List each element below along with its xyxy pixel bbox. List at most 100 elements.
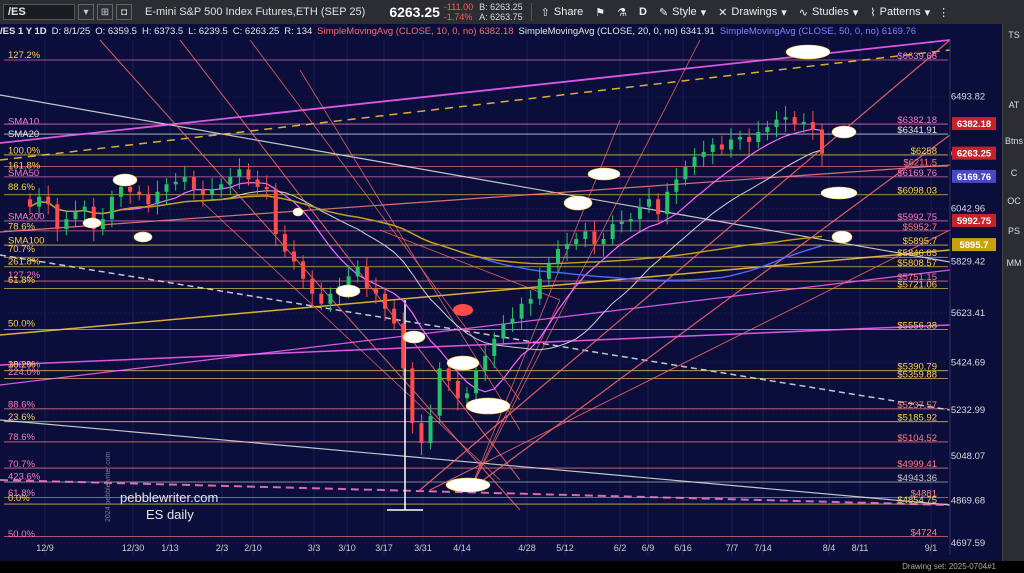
- mode-button[interactable]: ⚑: [589, 6, 611, 19]
- period-button[interactable]: D: [633, 6, 653, 18]
- target-ellipse: [587, 167, 621, 181]
- candle-body: [464, 393, 469, 399]
- sma50-legend[interactable]: SimpleMovingAvg (CLOSE, 50, 0, no) 6169.…: [720, 26, 916, 37]
- candle-body: [474, 370, 479, 394]
- style-button[interactable]: ✎ Style ▾: [653, 6, 712, 19]
- x-tick-label: 3/10: [338, 543, 356, 553]
- studies-icon: ∿: [798, 6, 808, 19]
- symbol-link-button[interactable]: ◘: [116, 4, 132, 20]
- patterns-icon: ⌇: [870, 6, 876, 19]
- panel-item-mm[interactable]: MM: [1003, 258, 1024, 268]
- fib-level-label: 0.0%: [8, 493, 30, 504]
- x-tick-label: 8/4: [823, 543, 836, 553]
- x-tick-label: 7/14: [754, 543, 772, 553]
- panel-item-label: TS: [1008, 30, 1020, 40]
- candle-body: [292, 251, 296, 262]
- panel-item-c[interactable]: C: [1003, 168, 1024, 178]
- panel-item-ts[interactable]: TS: [1003, 30, 1024, 40]
- share-label: Share: [553, 6, 584, 18]
- share-icon: ⇧: [540, 6, 550, 19]
- price-level-label: $4724: [911, 528, 937, 539]
- lab-button[interactable]: ⚗: [611, 6, 633, 19]
- chevron-down-icon: ▾: [924, 6, 931, 19]
- fib-level-label: 50.0%: [8, 319, 35, 330]
- price-level-label: $6639.68: [897, 51, 937, 62]
- price-level-label: $6169.76: [897, 168, 937, 179]
- candle-body: [273, 189, 278, 235]
- panel-item-at[interactable]: AT: [1003, 100, 1024, 110]
- bar-low: L: 6239.5: [188, 25, 228, 37]
- drawing-tool-icon: ✕: [718, 6, 728, 19]
- sma10-legend[interactable]: SimpleMovingAvg (CLOSE, 10, 0, no) 6382.…: [317, 26, 513, 37]
- price-level-label: $5952.7: [903, 222, 937, 233]
- panel-item-label: PS: [1007, 226, 1020, 236]
- price-level-label: $5895.7: [903, 236, 937, 247]
- studies-button[interactable]: ∿ Studies ▾: [793, 6, 864, 19]
- panel-item-oc[interactable]: OC: [1003, 196, 1024, 206]
- price-level-label: $6258: [911, 146, 937, 157]
- symbol-list-button[interactable]: ▾: [78, 4, 94, 20]
- panel-item-ps[interactable]: PS: [1003, 226, 1024, 236]
- y-tick-label: 5232.99: [951, 405, 985, 416]
- x-tick-label: 3/17: [375, 543, 393, 553]
- price-change: -111.00 -1.74%: [444, 2, 473, 22]
- panel-item-btns[interactable]: Btns: [1003, 136, 1024, 146]
- panel-item-label: C: [1010, 168, 1018, 178]
- patterns-label: Patterns: [879, 6, 921, 18]
- candle-body: [810, 122, 815, 130]
- candle-body: [483, 355, 488, 371]
- panel-item-label: Btns: [1004, 136, 1023, 146]
- candle-body: [683, 166, 688, 180]
- candle-body: [492, 338, 497, 356]
- candle-body: [219, 184, 224, 190]
- candle-body: [264, 186, 269, 190]
- drawing-set-label: Drawing set: 2025-0704#1: [902, 562, 996, 571]
- price-level-label: $6211.5: [903, 158, 937, 169]
- price-badge-label: 5992.75: [957, 216, 992, 227]
- candle-body: [738, 137, 743, 140]
- target-ellipse: [453, 304, 473, 316]
- x-tick-label: 1/13: [161, 543, 179, 553]
- target-ellipse: [133, 231, 153, 243]
- drawings-label: Drawings: [731, 6, 778, 18]
- symbol-input[interactable]: /ES: [3, 4, 75, 20]
- thinkorswim-chart-window: { "toolbar": { "symbol": "/ES", "descrip…: [0, 0, 1024, 573]
- y-tick-label: 5829.42: [951, 257, 985, 268]
- target-ellipse: [785, 44, 831, 60]
- price-level-label: $5104.52: [897, 433, 937, 444]
- more-button[interactable]: ⋮: [936, 6, 951, 19]
- y-tick-label: 5424.69: [951, 357, 985, 368]
- share-button[interactable]: ⇧ Share: [535, 6, 590, 19]
- patterns-button[interactable]: ⌇ Patterns ▾: [864, 6, 936, 19]
- y-tick-label: 4869.68: [951, 495, 985, 506]
- candle-body: [319, 293, 324, 304]
- y-tick-label: 6493.82: [951, 91, 985, 102]
- target-ellipse: [831, 125, 857, 139]
- candle-body: [410, 368, 415, 424]
- y-tick-label: 5048.07: [951, 451, 985, 462]
- candle-body: [556, 248, 560, 264]
- candle-body: [37, 196, 42, 207]
- fib-level-label: 100.0%: [8, 146, 41, 157]
- price-chart[interactable]: 127.2%SMA10SMA20100.0%161.8%SMA5088.6%SM…: [0, 24, 1024, 561]
- candle-body: [583, 231, 588, 240]
- flag-icon: ⚑: [595, 6, 606, 19]
- target-ellipse: [292, 207, 304, 217]
- candle-body: [519, 303, 524, 319]
- fib-level-label: 70.7%: [8, 244, 35, 255]
- candle-body: [191, 176, 196, 190]
- x-tick-label: 9/1: [925, 543, 938, 553]
- drawings-button[interactable]: ✕ Drawings ▾: [712, 6, 793, 19]
- price-level-label: $5721.06: [897, 280, 937, 291]
- symbol-compare-button[interactable]: ⊞: [97, 4, 113, 20]
- target-ellipse: [335, 284, 361, 298]
- sma20-legend[interactable]: SimpleMovingAvg (CLOSE, 20, 0, no) 6341.…: [519, 26, 715, 37]
- fib-level-label: 23.6%: [8, 412, 35, 423]
- price-level-label: $6098.03: [897, 186, 937, 197]
- candle-body: [100, 219, 105, 230]
- fib-level-label: 261.8%: [8, 256, 41, 267]
- panel-item-label: OC: [1007, 196, 1021, 206]
- candle-body: [210, 189, 215, 195]
- fib-level-label: 50.0%: [8, 529, 35, 540]
- candle-body: [719, 144, 724, 150]
